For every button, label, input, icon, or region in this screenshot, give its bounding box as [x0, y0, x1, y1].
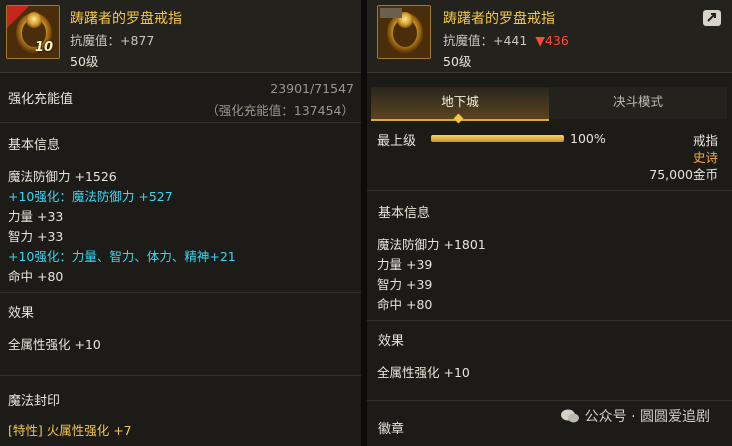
ring-item-icon[interactable]: 10 [6, 5, 60, 59]
effect-title: 效果 [378, 334, 405, 349]
enhance-label: 强化充能值 [8, 92, 74, 107]
watermark-label: 公众号 · 圆圆爱追剧 [584, 409, 710, 425]
section-divider [367, 400, 732, 401]
seal-text: [特性] 火属性强化 +7 [8, 423, 132, 438]
stat-line: 命中 +80 [8, 269, 64, 284]
stat-line: 魔法防御力 +1526 [8, 169, 117, 184]
stat-line: 力量 +39 [377, 257, 433, 272]
item-title: 踌躇者的罗盘戒指 [70, 11, 182, 27]
stat-line: +10强化：力量、智力、体力、精神+21 [8, 249, 236, 264]
header-divider [0, 72, 361, 73]
enhance-total: （强化充能值：137454） [206, 103, 354, 118]
share-icon[interactable] [702, 9, 722, 27]
stat-line: 命中 +80 [377, 297, 433, 312]
grade-bar [431, 135, 564, 142]
enhance-badge: 10 [34, 40, 53, 55]
left-item-tooltip: 10 踌躇者的罗盘戒指 抗魔值：+877 50级 强化充能值 23901/715… [0, 0, 361, 446]
grade-bar-fill [431, 135, 564, 142]
effect-text: 全属性强化 +10 [377, 365, 470, 380]
stat-line: +10强化：魔法防御力 +527 [8, 189, 173, 204]
section-divider [0, 292, 361, 293]
stat-line: 智力 +33 [8, 229, 64, 244]
section-divider [367, 320, 732, 321]
section-divider [0, 375, 361, 376]
item-level: 50级 [70, 54, 99, 69]
emblem-title: 徽章 [378, 422, 405, 437]
seal-title: 魔法封印 [8, 394, 61, 409]
section-divider [367, 190, 732, 191]
enhance-value: 23901/71547 [270, 81, 354, 96]
item-level: 50级 [443, 54, 472, 69]
right-item-tooltip: 踌躇者的罗盘戒指 抗魔值：+441 ▼436 50级 地下城 决斗模式 最上级 … [367, 0, 732, 446]
tab-duel-mode[interactable]: 决斗模式 [549, 87, 727, 119]
wechat-icon [560, 409, 579, 423]
grade-percent: 100% [570, 131, 606, 146]
stat-line: 力量 +33 [8, 209, 64, 224]
basic-info-title: 基本信息 [8, 138, 61, 153]
watermark-text: 公众号 · 圆圆爱追剧 [560, 406, 710, 426]
resist-diff: ▼436 [535, 33, 569, 48]
stat-line: 智力 +39 [377, 277, 433, 292]
effect-title: 效果 [8, 306, 35, 321]
item-price: 75,000金币 [649, 167, 718, 182]
effect-text: 全属性强化 +10 [8, 337, 101, 352]
section-divider [0, 122, 361, 123]
basic-info-title: 基本信息 [378, 206, 431, 221]
ring-item-icon[interactable] [377, 5, 431, 59]
item-title: 踌躇者的罗盘戒指 [443, 11, 555, 27]
header-divider [367, 72, 732, 73]
resist-value: 抗魔值：+441 [443, 33, 528, 48]
resist-line: 抗魔值：+441 ▼436 [443, 30, 569, 49]
stat-line: 魔法防御力 +1801 [377, 237, 486, 252]
grade-label: 最上级 [377, 134, 417, 149]
resist-value: 抗魔值：+877 [70, 33, 155, 48]
